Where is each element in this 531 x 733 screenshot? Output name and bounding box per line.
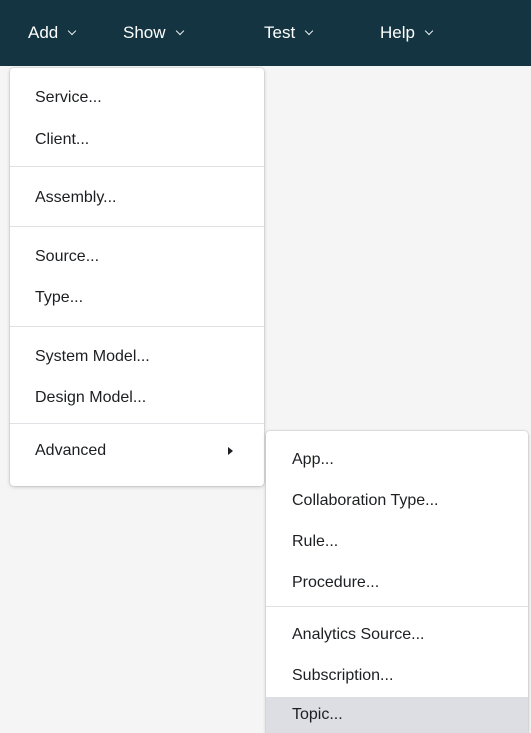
- menu-item-client[interactable]: Client...: [10, 124, 264, 156]
- menu-item-rule[interactable]: Rule...: [266, 526, 528, 558]
- chevron-down-icon: [424, 26, 434, 36]
- menu-item-type[interactable]: Type...: [10, 282, 264, 314]
- menu-help[interactable]: Help: [380, 0, 434, 66]
- menu-item-advanced[interactable]: Advanced: [10, 435, 264, 467]
- menu-item-design-model[interactable]: Design Model...: [10, 382, 264, 414]
- menu-item-procedure[interactable]: Procedure...: [266, 567, 528, 599]
- menu-divider: [10, 226, 264, 227]
- menu-bar: Add Show Test Help: [0, 0, 531, 66]
- menu-item-app[interactable]: App...: [266, 444, 528, 476]
- menu-divider: [10, 326, 264, 327]
- menu-divider: [10, 423, 264, 424]
- menu-divider: [10, 166, 264, 167]
- menu-item-service[interactable]: Service...: [10, 82, 264, 114]
- chevron-down-icon: [304, 26, 314, 36]
- menu-add[interactable]: Add: [28, 0, 77, 66]
- menu-item-analytics-source[interactable]: Analytics Source...: [266, 619, 528, 651]
- menu-item-advanced-label: Advanced: [35, 442, 107, 459]
- menu-show[interactable]: Show: [123, 0, 184, 66]
- menu-item-system-model[interactable]: System Model...: [10, 341, 264, 373]
- menu-item-source[interactable]: Source...: [10, 241, 264, 273]
- menu-item-collaboration-type[interactable]: Collaboration Type...: [266, 485, 528, 517]
- menu-help-label: Help: [380, 23, 415, 42]
- menu-item-subscription[interactable]: Subscription...: [266, 660, 528, 692]
- menu-test-label: Test: [264, 23, 296, 42]
- menu-test[interactable]: Test: [264, 0, 314, 66]
- menu-divider: [266, 606, 528, 607]
- advanced-submenu: App... Collaboration Type... Rule... Pro…: [266, 431, 528, 733]
- chevron-down-icon: [175, 26, 184, 36]
- menu-item-assembly[interactable]: Assembly...: [10, 182, 264, 214]
- menu-add-label: Add: [28, 23, 59, 42]
- chevron-down-icon: [68, 26, 77, 36]
- menu-item-topic[interactable]: Topic...: [266, 697, 528, 733]
- submenu-arrow-icon: [228, 447, 233, 455]
- menu-show-label: Show: [123, 23, 166, 42]
- add-dropdown-menu: Service... Client... Assembly... Source.…: [10, 68, 264, 486]
